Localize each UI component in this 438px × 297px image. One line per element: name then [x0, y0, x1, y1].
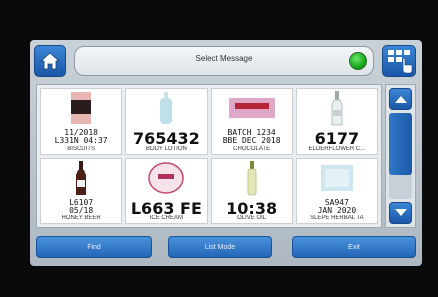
- message-tile[interactable]: SA947 JAN 2020 SLEPE HERBAL TA: [295, 157, 378, 224]
- scroll-thumb[interactable]: [389, 113, 412, 175]
- message-tile[interactable]: BATCH 1234 BBE DEC 2018 CHOCOLATE: [210, 88, 293, 155]
- message-name: ELDERFLOWER C...: [308, 145, 366, 152]
- message-thumbnail: [212, 159, 292, 197]
- message-name: CHOCOLATE: [233, 145, 271, 152]
- message-grid: 11/2018 L331N 04:37 BISCUITS 765432 BODY LO…: [36, 84, 382, 228]
- message-tile[interactable]: L6107 05/18 HONEY BEER: [40, 157, 123, 224]
- scroll-track[interactable]: [389, 113, 412, 199]
- view-mode-button[interactable]: [382, 45, 416, 77]
- message-name: BODY LOTION: [145, 145, 187, 152]
- message-tile[interactable]: 10:38 OLIVE OIL: [210, 157, 293, 224]
- scroll-down-button[interactable]: [389, 202, 412, 224]
- message-code: BATCH 1234 BBE DEC 2018: [222, 128, 281, 145]
- scroll-up-button[interactable]: [389, 88, 412, 110]
- list-mode-button[interactable]: List Mode: [168, 236, 272, 258]
- scrollbar[interactable]: [385, 84, 416, 228]
- grid-touch-icon: [388, 50, 413, 74]
- home-button[interactable]: [34, 45, 66, 77]
- message-code: L6107 05/18: [69, 197, 94, 215]
- status-indicator: [349, 52, 367, 70]
- message-thumbnail: [126, 159, 206, 197]
- title-bar: Select Message: [74, 46, 374, 76]
- find-button[interactable]: Find: [36, 236, 152, 258]
- message-tile[interactable]: 11/2018 L331N 04:37 BISCUITS: [40, 88, 123, 155]
- message-thumbnail: [212, 89, 292, 127]
- message-name: HONEY BEER: [61, 215, 101, 221]
- touch-screen: Select Message 11/2018 L331N 04:37 BISCUI…: [30, 40, 422, 266]
- page-title: Select Message: [195, 54, 253, 63]
- message-name: ICE CREAM: [149, 215, 184, 221]
- message-name: SLEPE HERBAL TA: [310, 215, 364, 221]
- message-thumbnail: [297, 159, 377, 197]
- message-tile[interactable]: 6177 ELDERFLOWER C...: [295, 88, 378, 155]
- message-code: 11/2018 L331N 04:37: [54, 128, 108, 145]
- message-name: BISCUITS: [67, 145, 95, 152]
- message-thumbnail: [41, 159, 121, 197]
- message-name: OLIVE OIL: [237, 215, 267, 221]
- message-code: SA947 JAN 2020: [317, 197, 357, 215]
- message-tile[interactable]: 765432 BODY LOTION: [125, 88, 208, 155]
- arrow-up-icon: [394, 96, 407, 103]
- exit-button[interactable]: Exit: [292, 236, 416, 258]
- arrow-down-icon: [394, 209, 407, 216]
- home-icon: [39, 52, 61, 70]
- message-thumbnail: [126, 89, 206, 127]
- message-thumbnail: [297, 89, 377, 127]
- message-thumbnail: [41, 89, 121, 127]
- message-tile[interactable]: L663 FE ICE CREAM: [125, 157, 208, 224]
